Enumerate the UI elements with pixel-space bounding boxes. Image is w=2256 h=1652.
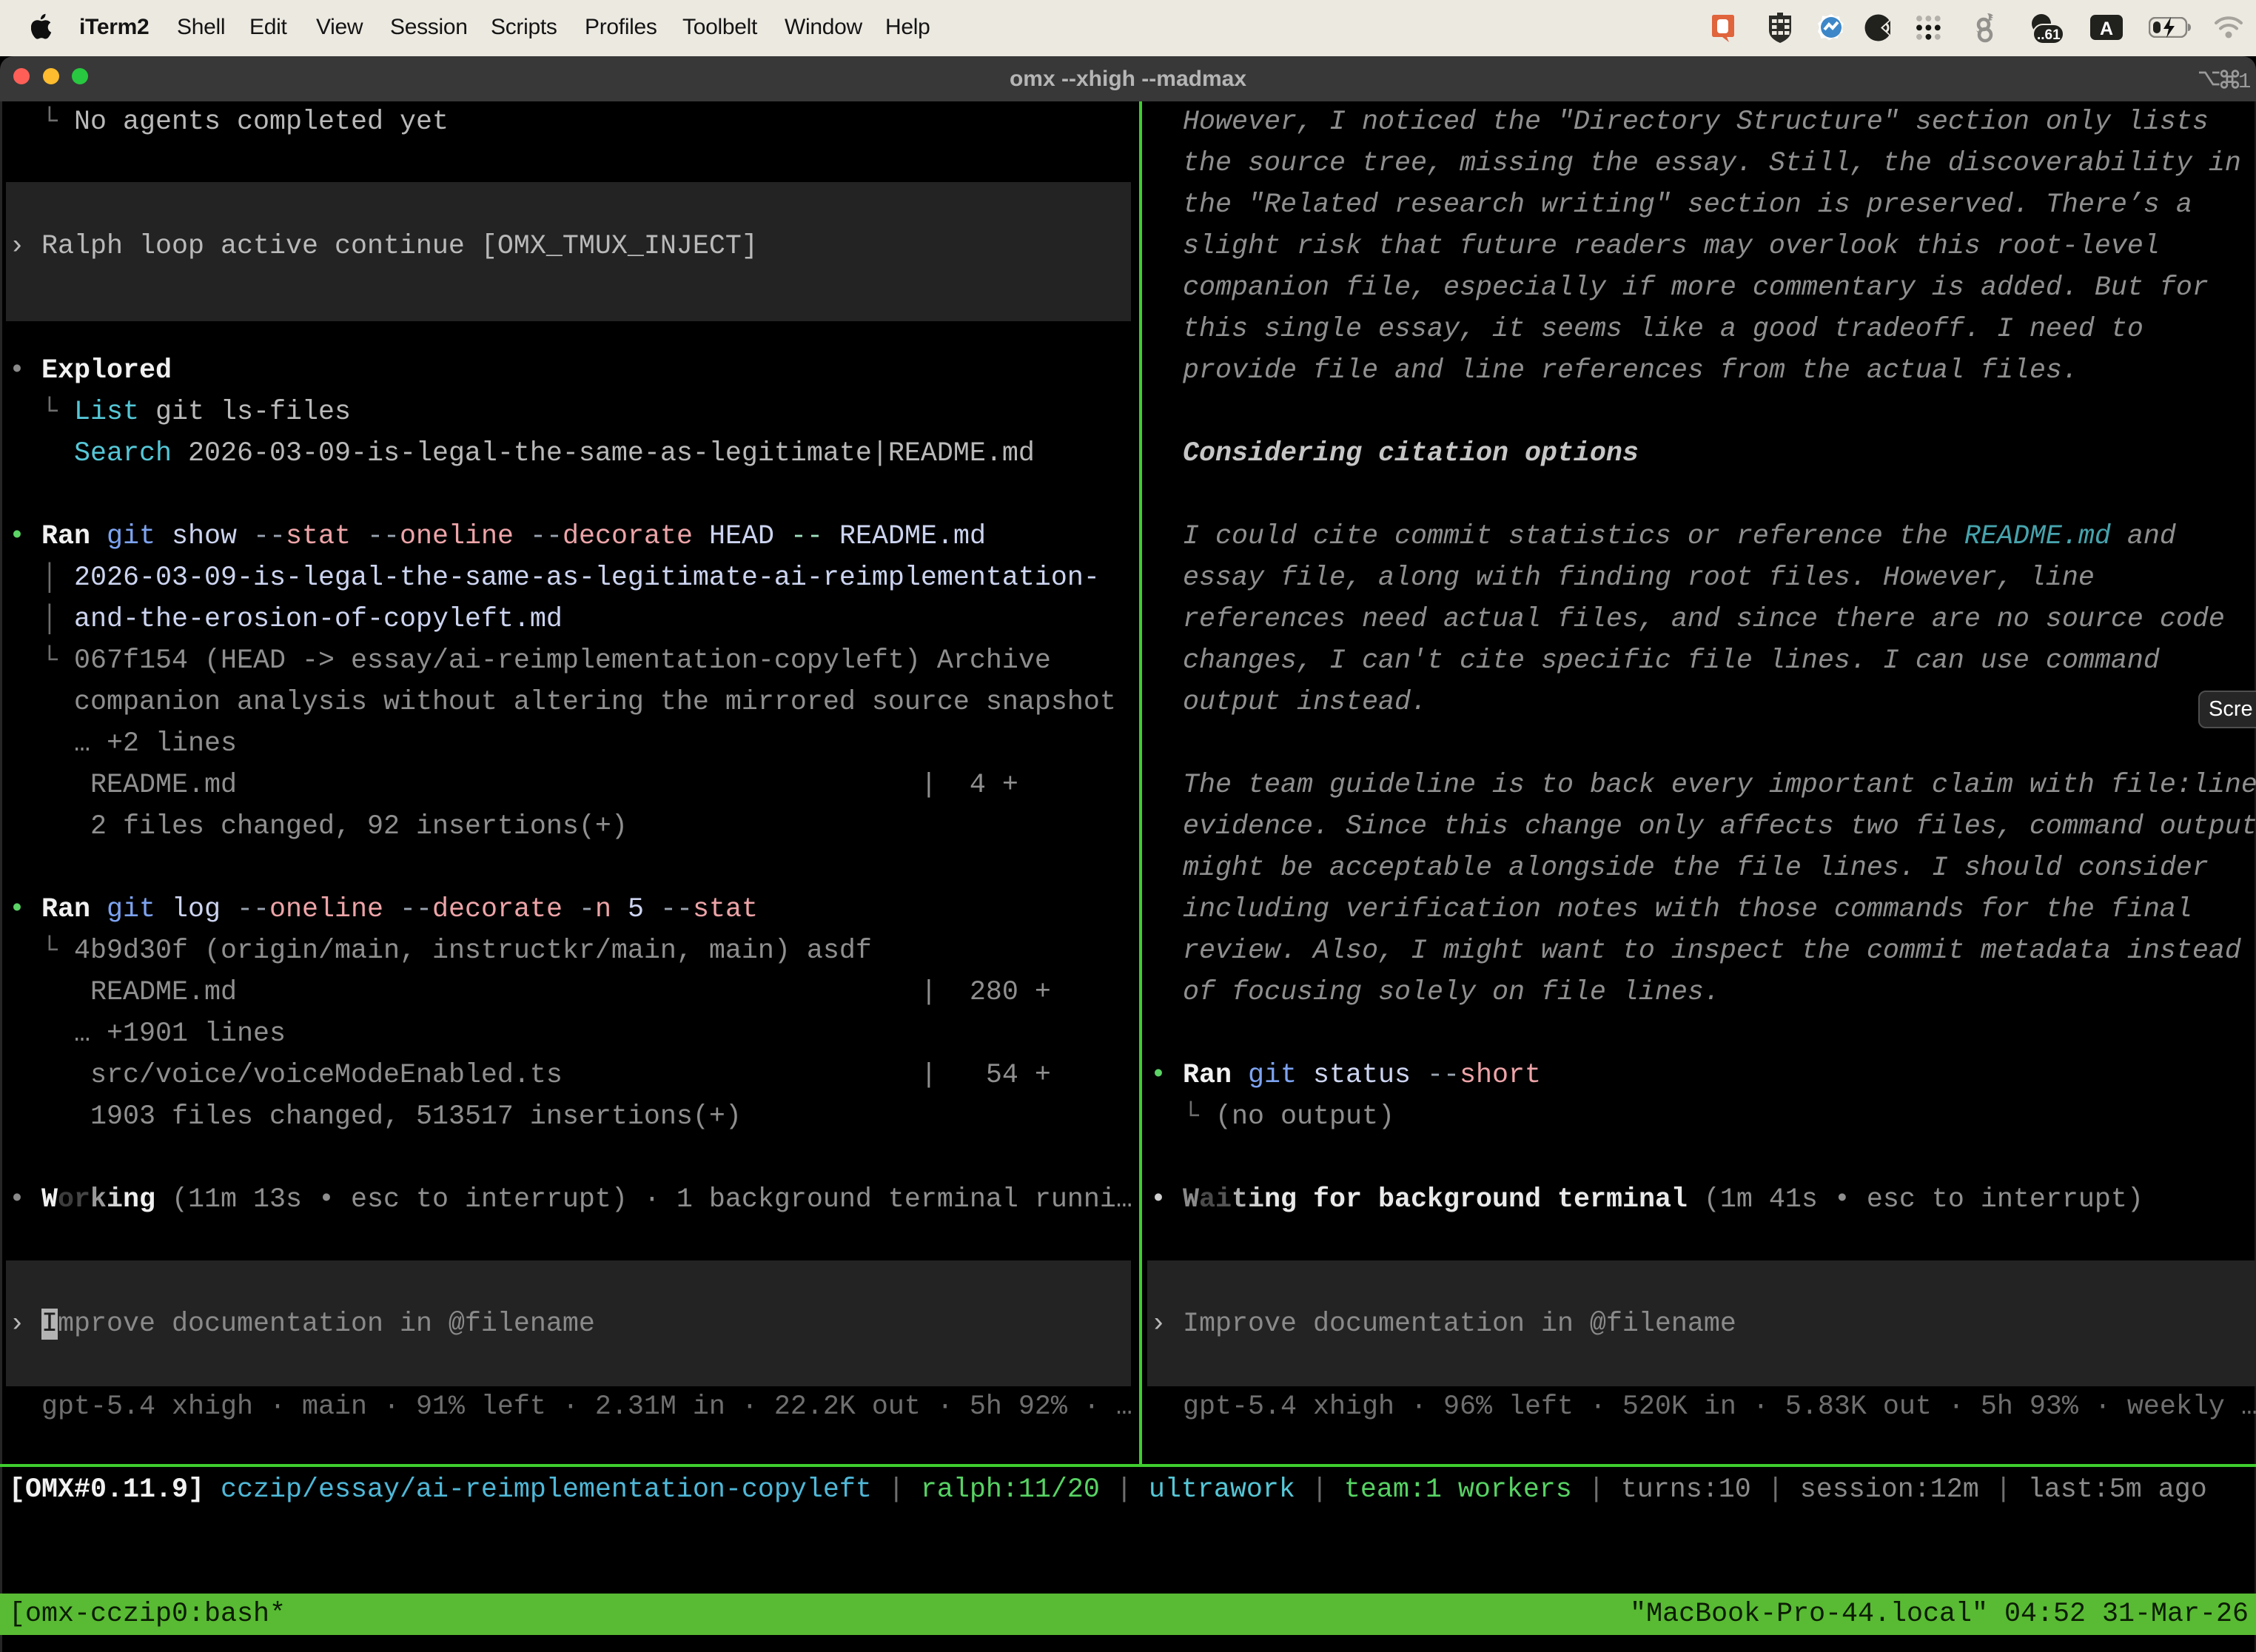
svg-text:..61: ..61 [2037, 27, 2061, 43]
svg-text:A: A [2100, 19, 2113, 39]
svg-text:1: 1 [2238, 70, 2251, 93]
